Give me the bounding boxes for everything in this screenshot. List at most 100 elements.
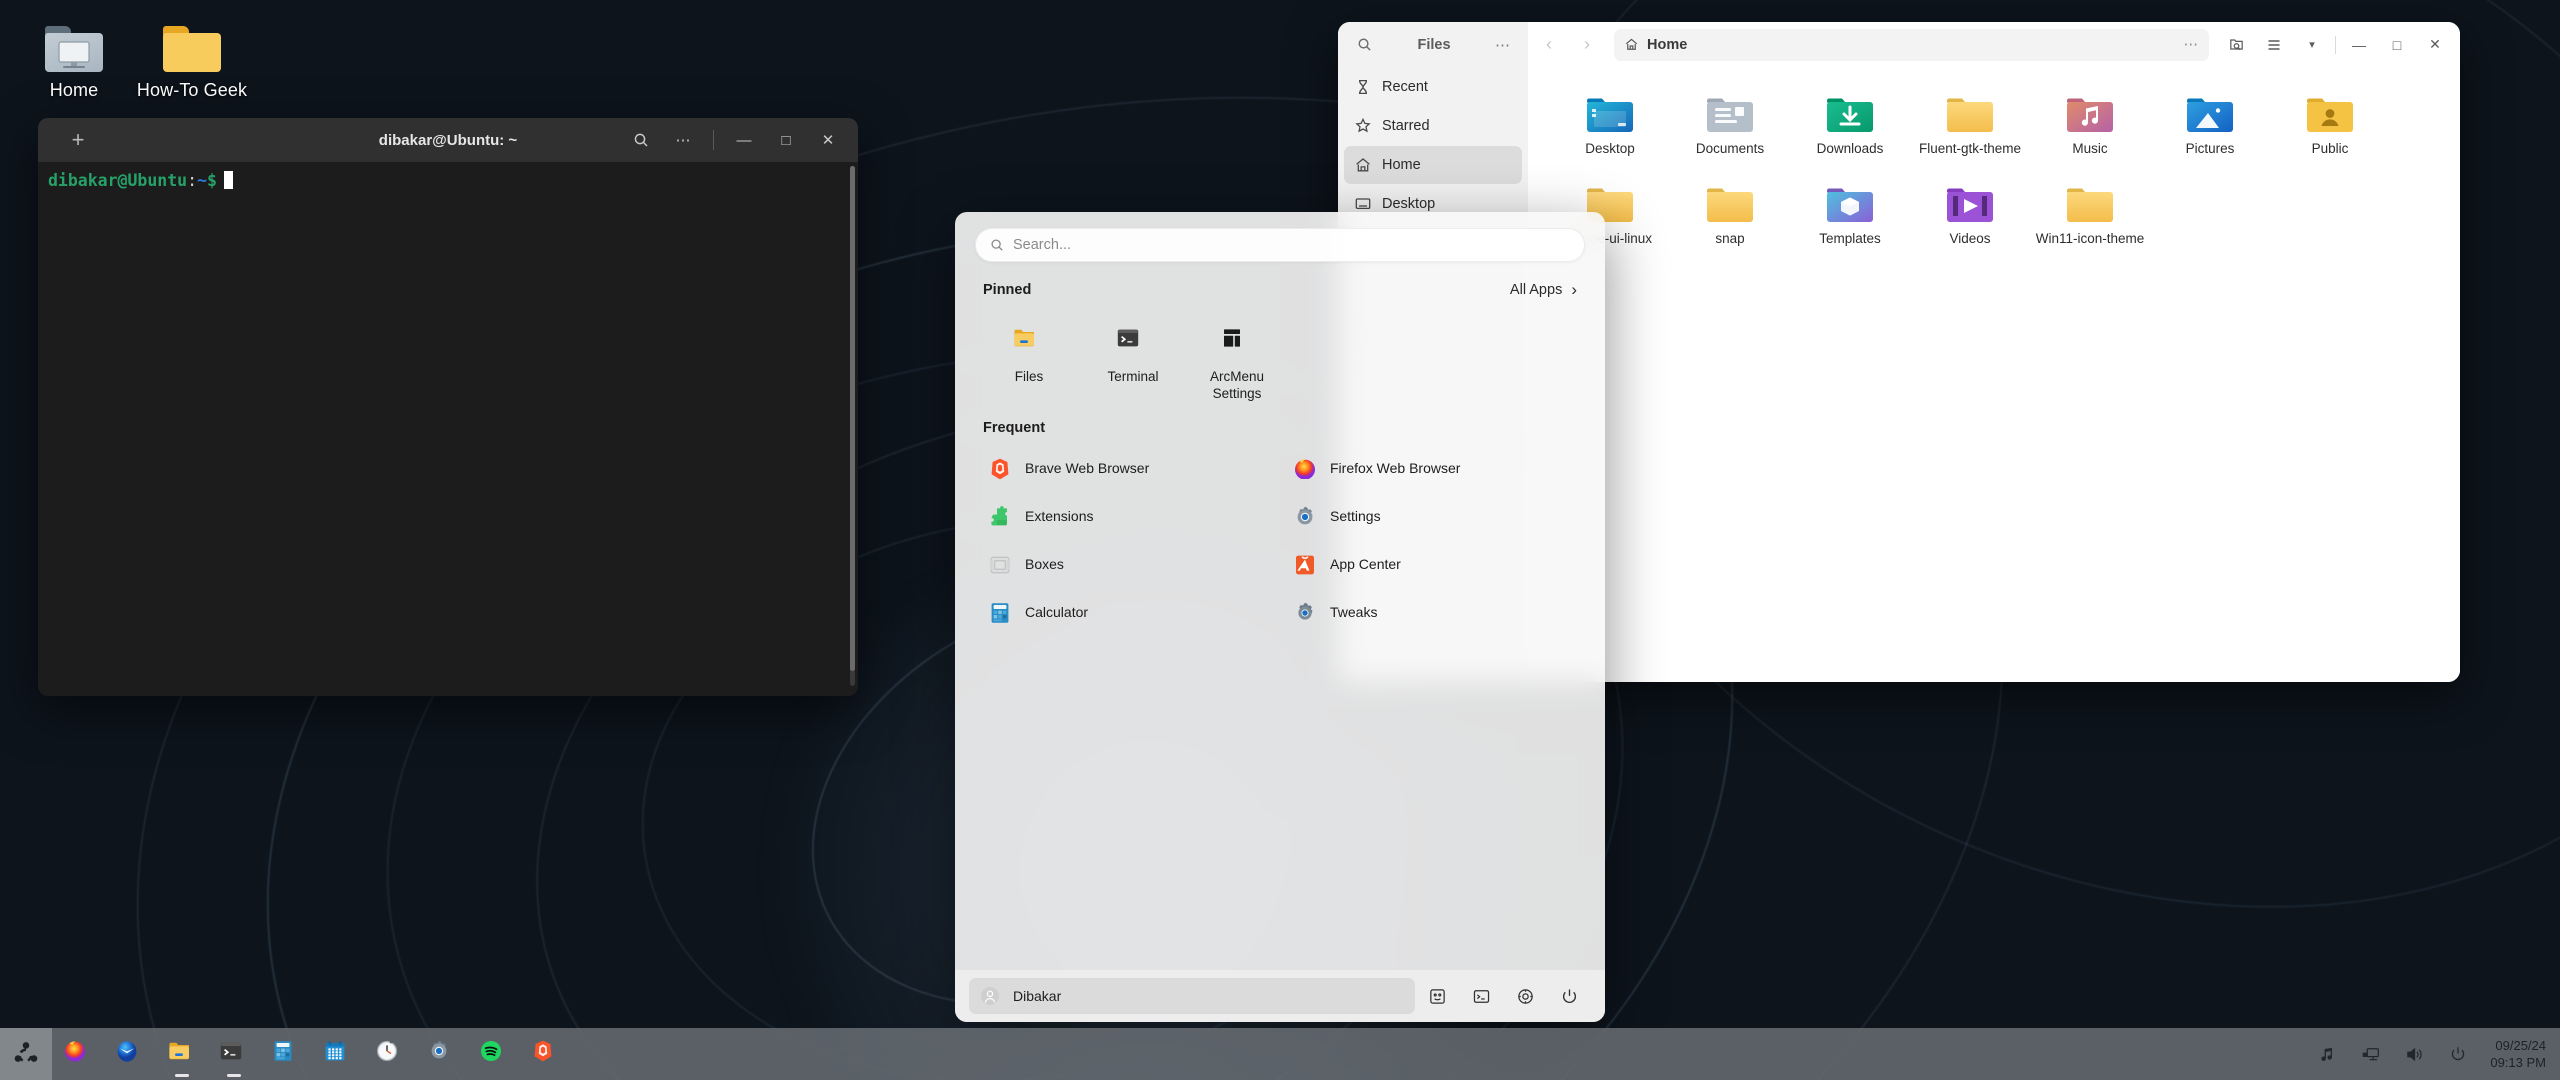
network-icon[interactable] bbox=[2350, 1032, 2390, 1076]
file-item[interactable]: Downloads bbox=[1795, 81, 1905, 157]
frequent-app-label: Tweaks bbox=[1330, 604, 1377, 620]
taskbar-app-brave[interactable] bbox=[520, 1028, 572, 1080]
divider bbox=[2335, 36, 2336, 54]
pinned-app-arcmenu-settings[interactable]: ArcMenuSettings bbox=[1185, 310, 1289, 402]
arcmenu-icon bbox=[1185, 316, 1289, 360]
files-titlebar[interactable]: ‹ › Home ⋯ bbox=[1528, 22, 2460, 67]
templates-folder-icon bbox=[1795, 171, 1905, 225]
terminal-body[interactable]: dibakar@Ubuntu:~$ bbox=[38, 162, 858, 696]
volume-icon[interactable] bbox=[2394, 1032, 2434, 1076]
prompt-symbol: $ bbox=[207, 171, 217, 190]
path-label: Home bbox=[1647, 37, 1687, 53]
file-item[interactable]: Templates bbox=[1795, 171, 1905, 247]
file-item[interactable]: Documents bbox=[1675, 81, 1785, 157]
files-sidebar-menu-button[interactable]: ⋯ bbox=[1488, 36, 1518, 54]
file-item-label: Downloads bbox=[1795, 141, 1905, 157]
minimize-button[interactable]: ― bbox=[2342, 28, 2376, 62]
frequent-app-extensions[interactable]: Extensions bbox=[971, 492, 1276, 540]
file-item-label: Templates bbox=[1795, 231, 1905, 247]
files-icon bbox=[167, 1039, 197, 1069]
spotify-icon bbox=[479, 1039, 509, 1069]
sidebar-item-recent[interactable]: Recent bbox=[1344, 68, 1522, 106]
back-button[interactable]: ‹ bbox=[1532, 28, 1566, 62]
taskbar-app-calendar[interactable] bbox=[312, 1028, 364, 1080]
start-button[interactable] bbox=[0, 1028, 52, 1080]
taskbar-app-terminal[interactable] bbox=[208, 1028, 260, 1080]
terminal-cursor bbox=[224, 171, 233, 189]
folder-icon bbox=[1675, 171, 1785, 225]
terminal-button[interactable] bbox=[1459, 978, 1503, 1014]
power-icon[interactable] bbox=[2438, 1032, 2478, 1076]
file-item-label: Win11-icon-theme bbox=[2035, 231, 2145, 247]
settings-button[interactable] bbox=[1503, 978, 1547, 1014]
path-menu-button[interactable]: ⋯ bbox=[2184, 37, 2200, 53]
power-button[interactable] bbox=[1547, 978, 1591, 1014]
file-item-label: Fluent-gtk-theme bbox=[1915, 141, 2025, 157]
pinned-apps: Files Terminal ArcMenuSettings bbox=[955, 304, 1605, 402]
pinned-app-label: Terminal bbox=[1081, 368, 1185, 385]
pinned-app-terminal[interactable]: Terminal bbox=[1081, 310, 1185, 402]
boxes-icon bbox=[987, 552, 1011, 576]
taskbar-app-clocks[interactable] bbox=[364, 1028, 416, 1080]
terminal-titlebar[interactable]: + dibakar@Ubuntu: ~ ⋯ ― □ ✕ bbox=[38, 118, 858, 162]
file-item[interactable]: snap bbox=[1675, 171, 1785, 247]
file-item[interactable]: Pictures bbox=[2155, 81, 2265, 157]
hamburger-icon[interactable] bbox=[2257, 28, 2291, 62]
close-button[interactable]: ✕ bbox=[2418, 28, 2452, 62]
terminal-scrollbar[interactable] bbox=[850, 166, 855, 686]
file-item[interactable]: Fluent-gtk-theme bbox=[1915, 81, 2025, 157]
forward-button[interactable]: › bbox=[1570, 28, 1604, 62]
clock[interactable]: 09/25/24 09:13 PM bbox=[2482, 1037, 2546, 1071]
path-bar[interactable]: Home ⋯ bbox=[1614, 29, 2209, 61]
minimize-button[interactable]: ― bbox=[724, 120, 764, 160]
desktop-folder-icon bbox=[1555, 81, 1665, 135]
taskbar-app-calculator[interactable] bbox=[260, 1028, 312, 1080]
chevron-right-icon: › bbox=[1571, 280, 1577, 300]
file-item[interactable]: Music bbox=[2035, 81, 2145, 157]
search-folder-icon[interactable] bbox=[2219, 28, 2253, 62]
file-item[interactable]: Win11-icon-theme bbox=[2035, 171, 2145, 247]
frequent-app-firefox-web-browser[interactable]: Firefox Web Browser bbox=[1276, 444, 1581, 492]
files-sidebar-header: Files ⋯ bbox=[1338, 22, 1528, 67]
taskbar-app-settings[interactable] bbox=[416, 1028, 468, 1080]
file-item[interactable]: Videos bbox=[1915, 171, 2025, 247]
frequent-app-app-center[interactable]: App Center bbox=[1276, 540, 1581, 588]
frequent-app-calculator[interactable]: Calculator bbox=[971, 588, 1276, 636]
pictures-folder-icon bbox=[2155, 81, 2265, 135]
sidebar-item-home[interactable]: Home bbox=[1344, 146, 1522, 184]
user-button[interactable]: Dibakar bbox=[969, 978, 1415, 1014]
frequent-app-boxes[interactable]: Boxes bbox=[971, 540, 1276, 588]
frequent-app-tweaks[interactable]: Tweaks bbox=[1276, 588, 1581, 636]
running-indicator bbox=[175, 1074, 189, 1077]
files-button[interactable] bbox=[1415, 978, 1459, 1014]
search-icon[interactable] bbox=[1348, 37, 1380, 52]
music-note-icon[interactable] bbox=[2306, 1032, 2346, 1076]
file-item[interactable]: Public bbox=[2275, 81, 2385, 157]
pinned-app-files[interactable]: Files bbox=[977, 310, 1081, 402]
maximize-button[interactable]: □ bbox=[2380, 28, 2414, 62]
sidebar-item-starred[interactable]: Starred bbox=[1344, 107, 1522, 145]
search-icon[interactable] bbox=[621, 120, 661, 160]
taskbar-app-spotify[interactable] bbox=[468, 1028, 520, 1080]
maximize-button[interactable]: □ bbox=[766, 120, 806, 160]
prompt-colon: : bbox=[187, 171, 197, 190]
dropdown-button[interactable]: ▾ bbox=[2295, 28, 2329, 62]
taskbar-app-firefox[interactable] bbox=[52, 1028, 104, 1080]
terminal-menu-button[interactable]: ⋯ bbox=[663, 120, 703, 160]
close-button[interactable]: ✕ bbox=[808, 120, 848, 160]
date-label: 09/25/24 bbox=[2490, 1037, 2546, 1054]
taskbar-app-thunderbird[interactable] bbox=[104, 1028, 156, 1080]
frequent-app-settings[interactable]: Settings bbox=[1276, 492, 1581, 540]
new-tab-button[interactable]: + bbox=[56, 127, 100, 153]
taskbar-app-files[interactable] bbox=[156, 1028, 208, 1080]
file-item-label: Music bbox=[2035, 141, 2145, 157]
desktop-icon-home[interactable]: Home bbox=[10, 14, 138, 101]
star-icon bbox=[1354, 117, 1372, 135]
all-apps-button[interactable]: All Apps › bbox=[1510, 280, 1577, 300]
desktop-icon-how-to-geek[interactable]: How-To Geek bbox=[128, 14, 256, 101]
file-item[interactable]: Desktop bbox=[1555, 81, 1665, 157]
arcmenu-start-menu[interactable]: Search... Pinned All Apps › Files Termin… bbox=[955, 212, 1605, 1022]
search-input[interactable]: Search... bbox=[975, 228, 1585, 262]
terminal-window[interactable]: + dibakar@Ubuntu: ~ ⋯ ― □ ✕ dibakar@Ubun… bbox=[38, 118, 858, 696]
frequent-app-brave-web-browser[interactable]: Brave Web Browser bbox=[971, 444, 1276, 492]
